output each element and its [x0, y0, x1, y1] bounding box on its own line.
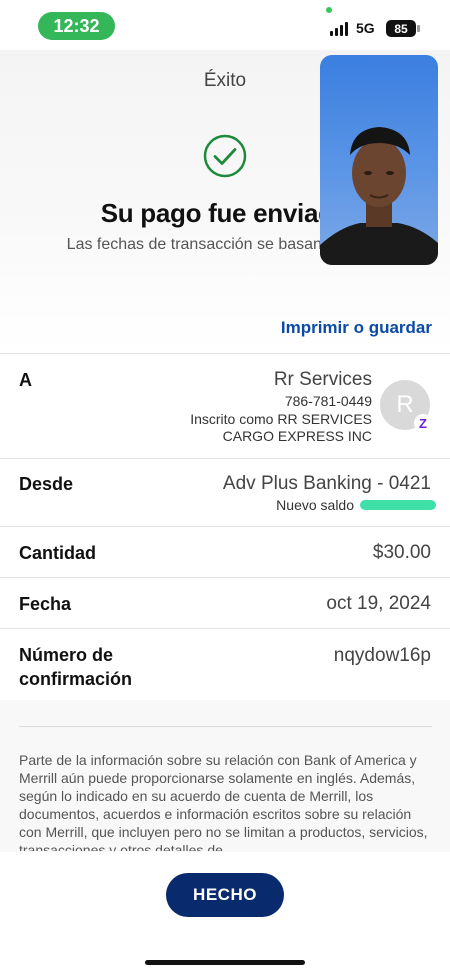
print-or-save-link[interactable]: Imprimir o guardar: [281, 318, 432, 338]
battery-tip: [417, 25, 420, 32]
status-bar: 12:32 5G 85: [0, 0, 450, 50]
done-button[interactable]: HECHO: [166, 873, 284, 917]
divider: [0, 577, 450, 578]
from-account: Adv Plus Banking - 0421: [222, 473, 431, 494]
divider: [0, 353, 450, 354]
amount-value: $30.00: [372, 542, 431, 563]
signal-icon: [330, 22, 348, 36]
zelle-badge-icon: Z: [414, 414, 432, 432]
pip-video-window[interactable]: [320, 55, 438, 265]
divider: [0, 628, 450, 629]
person-video-image: [320, 127, 438, 265]
recipient-label: A: [19, 370, 32, 390]
from-label: Desde: [19, 474, 74, 494]
battery-icon: 85: [386, 20, 416, 37]
divider: [0, 458, 450, 459]
confirmation-label-line1: Número de: [19, 645, 114, 665]
home-indicator[interactable]: [145, 960, 305, 965]
confirmation-value: nqydow16p: [333, 645, 431, 666]
status-time: 12:32: [38, 12, 115, 40]
masked-balance: [360, 500, 436, 510]
recipient-enrolled-line1: Inscrito como RR SERVICES: [190, 411, 372, 427]
date-value: oct 19, 2024: [326, 593, 431, 614]
new-balance-label: Nuevo saldo: [276, 497, 354, 513]
recipient-name: Rr Services: [273, 369, 372, 390]
confirmation-label-line2: confirmación: [19, 669, 133, 689]
disclosure-text: Parte de la información sobre su relació…: [19, 752, 428, 851]
recipient-phone: 786-781-0449: [284, 393, 372, 409]
date-label: Fecha: [19, 594, 72, 614]
success-check-icon: [203, 134, 247, 178]
recipient-enrolled-line2: CARGO EXPRESS INC: [222, 428, 372, 444]
amount-label: Cantidad: [19, 543, 97, 563]
network-label: 5G: [356, 20, 375, 36]
disclosure-divider: [19, 726, 432, 727]
camera-indicator-dot: [326, 7, 332, 13]
divider: [0, 526, 450, 527]
